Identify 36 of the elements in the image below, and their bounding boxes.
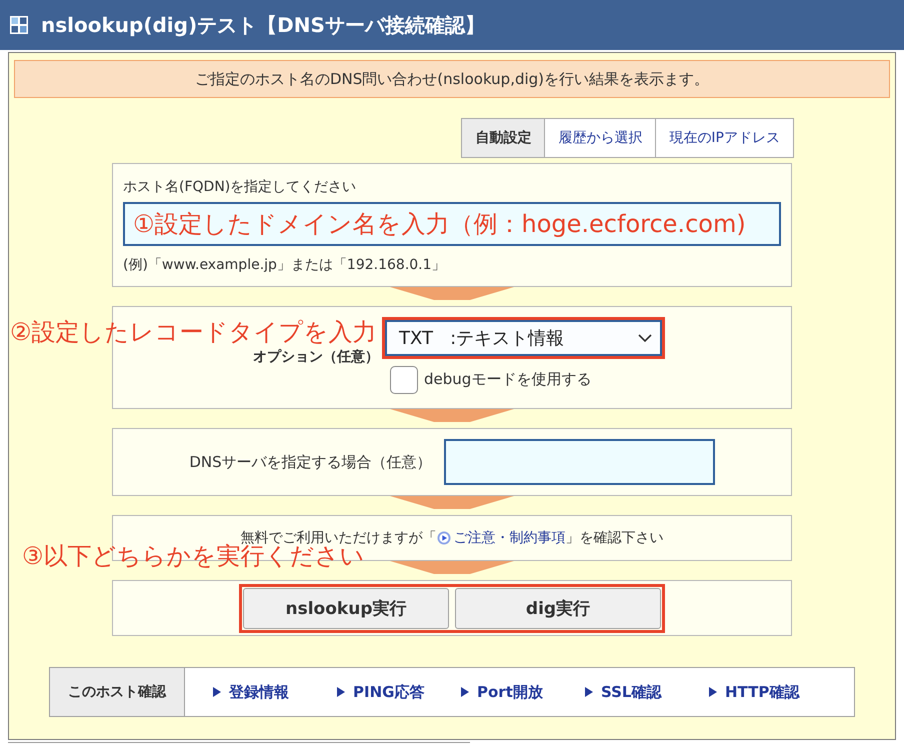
- host-check-link[interactable]: SSL確認: [585, 682, 662, 702]
- page-title: nslookup(dig)テスト【DNSサーバ接続確認】: [41, 12, 485, 38]
- triangle-right-icon: [213, 687, 221, 697]
- run-button[interactable]: nslookup実行: [243, 588, 449, 628]
- option-label: オプション（任意）: [253, 348, 379, 366]
- annotation-text: ③以下どちらかを実行ください: [22, 543, 365, 570]
- debug-checkbox[interactable]: [390, 366, 418, 394]
- host-check-link[interactable]: HTTP確認: [709, 682, 800, 702]
- chevron-down-icon: [638, 334, 652, 342]
- dns-label: DNSサーバを指定する場合（任意）: [189, 452, 432, 472]
- dns-input-field[interactable]: [444, 439, 715, 485]
- terms-link[interactable]: ご注意・制約事項: [436, 529, 566, 547]
- host-input-field[interactable]: ①設定したドメイン名を入力（例：hoge.ecforce.com): [123, 202, 781, 246]
- run-button[interactable]: dig実行: [455, 588, 661, 628]
- host-check-label: このホスト確認: [50, 668, 185, 716]
- input-mode-tab[interactable]: 自動設定: [462, 119, 544, 157]
- host-check-link[interactable]: Port開放: [461, 682, 543, 702]
- down-arrow-icon: [390, 287, 514, 300]
- record-type-select[interactable]: TXT :テキスト情報: [385, 320, 662, 356]
- host-check-link[interactable]: PING応答: [337, 682, 424, 702]
- annotation-text: ①設定したドメイン名を入力（例：hoge.ecforce.com): [133, 210, 746, 238]
- down-arrow-icon: [390, 496, 514, 509]
- triangle-right-icon: [337, 687, 345, 697]
- annotation-text: ②設定したレコードタイプを入力: [10, 319, 377, 346]
- down-arrow-icon: [390, 409, 514, 422]
- triangle-right-icon: [709, 687, 717, 697]
- triangle-right-icon: [585, 687, 593, 697]
- host-check-link[interactable]: 登録情報: [213, 682, 289, 702]
- grid-icon: [10, 16, 28, 34]
- triangle-right-icon: [461, 687, 469, 697]
- debug-label: debugモードを使用する: [424, 370, 592, 390]
- intro-banner: ご指定のホスト名のDNS問い合わせ(nslookup,dig)を行い結果を表示ます。: [14, 60, 890, 98]
- host-label: ホスト名(FQDN)を指定してください: [123, 178, 358, 196]
- down-arrow-icon: [390, 561, 514, 574]
- play-circle-icon: [436, 531, 450, 545]
- example-text: (例)「www.example.jp」または「192.168.0.1」: [123, 256, 447, 274]
